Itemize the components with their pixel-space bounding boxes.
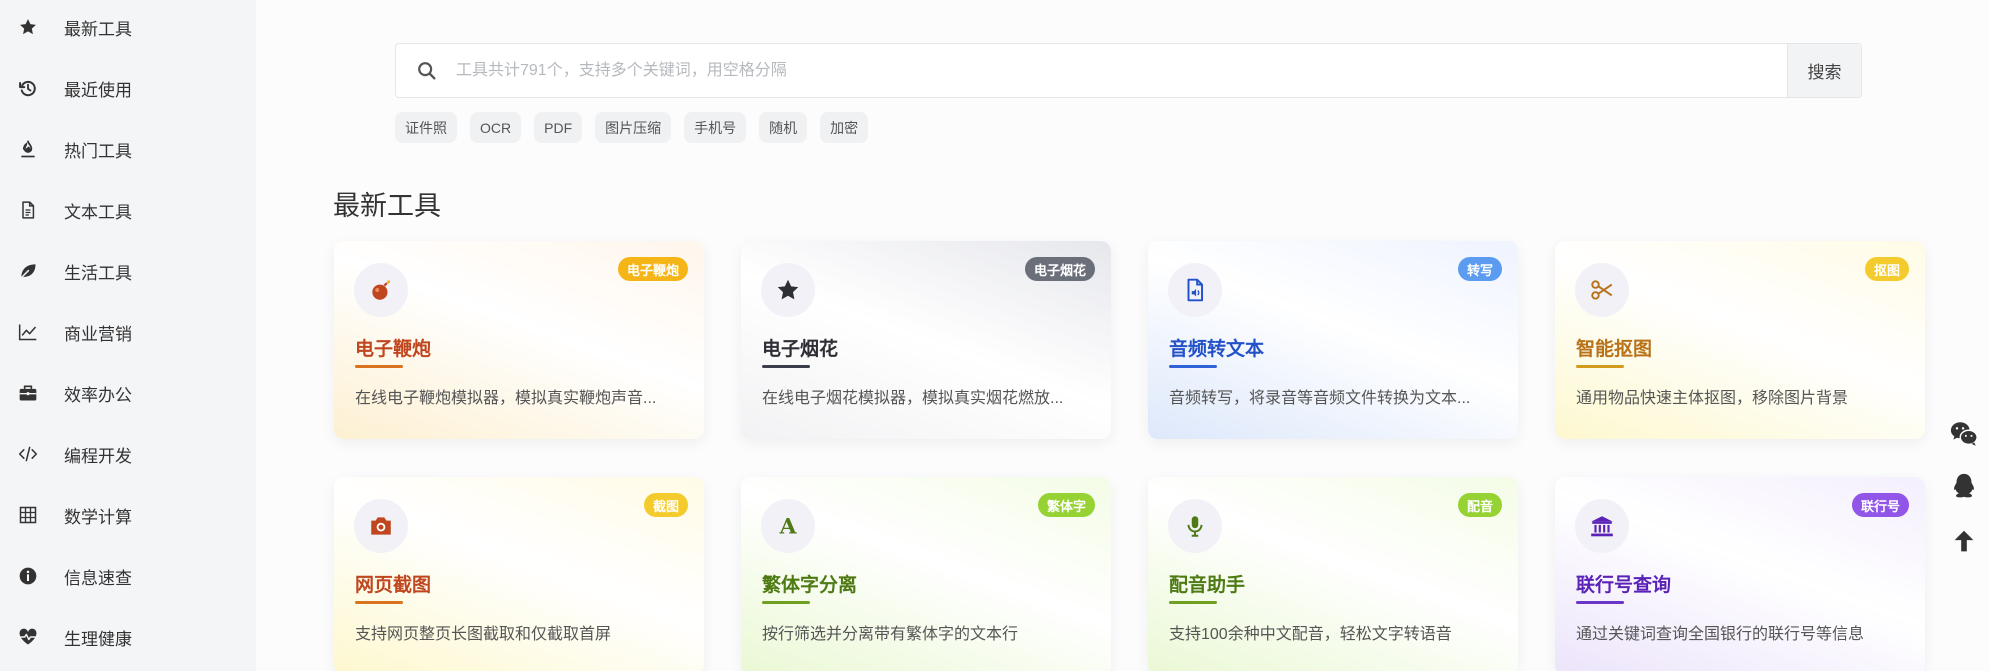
heartbeat-icon (16, 625, 40, 649)
document-icon (16, 198, 40, 222)
briefcase-icon (16, 381, 40, 405)
tool-card-bank-code[interactable]: 联行号 联行号查询 通过关键词查询全国银行的联行号等信息 (1555, 477, 1925, 671)
card-badge: 转写 (1457, 257, 1502, 281)
sidebar-item-label: 最新工具 (64, 19, 132, 39)
search-icon[interactable] (416, 60, 438, 82)
card-description: 按行筛选并分离带有繁体字的文本行 (762, 626, 1019, 643)
camera-icon (354, 499, 408, 553)
tool-card-web-screenshot[interactable]: 截图 网页截图 支持网页整页长图截取和仅截取首屏 (334, 477, 704, 671)
card-badge: 配音 (1457, 493, 1502, 517)
card-underline (1576, 601, 1624, 604)
card-title: 繁体字分离 (762, 575, 858, 596)
calculator-icon (16, 503, 40, 527)
card-description: 通用物品快速主体抠图，移除图片背景 (1576, 390, 1849, 407)
sidebar-item-label: 信息速查 (64, 568, 132, 588)
sidebar-item-label: 文本工具 (64, 202, 132, 222)
card-description: 支持100余种中文配音，轻松文字转语音 (1169, 626, 1452, 643)
microphone-icon (1168, 499, 1222, 553)
tag-random[interactable]: 随机 (759, 112, 808, 143)
card-underline (355, 601, 403, 604)
sidebar-item-label: 数学计算 (64, 507, 132, 527)
sidebar-item-label: 效率办公 (64, 385, 132, 405)
leaf-icon (16, 259, 40, 283)
search-bar: 搜索 (395, 43, 1862, 98)
tool-card-firecracker[interactable]: 电子鞭炮 电子鞭炮 在线电子鞭炮模拟器，模拟真实鞭炮声音... (334, 241, 704, 439)
card-description: 支持网页整页长图截取和仅截取首屏 (355, 626, 612, 643)
tool-card-voice-dubbing[interactable]: 配音 配音助手 支持100余种中文配音，轻松文字转语音 (1148, 477, 1518, 671)
card-title: 音频转文本 (1169, 339, 1265, 360)
sidebar: 最新工具 最近使用 热门工具 文本工具 生活工具 商业营销 效率办公 编程开发 … (0, 0, 256, 671)
bomb-icon (354, 263, 408, 317)
sidebar-item-dev[interactable]: 编程开发 (0, 429, 256, 479)
fire-icon (16, 137, 40, 161)
tag-pdf[interactable]: PDF (534, 112, 583, 143)
wechat-icon[interactable] (1948, 418, 1980, 450)
search-input[interactable] (456, 54, 1756, 88)
tool-card-fireworks[interactable]: 电子烟花 电子烟花 在线电子烟花模拟器，模拟真实烟花燃放... (741, 241, 1111, 439)
card-title: 配音助手 (1169, 575, 1246, 596)
tool-card-traditional-chars[interactable]: A 繁体字 繁体字分离 按行筛选并分离带有繁体字的文本行 (741, 477, 1111, 671)
history-icon (16, 76, 40, 100)
card-underline (355, 365, 403, 368)
sidebar-item-label: 最近使用 (64, 80, 132, 100)
card-description: 音频转写，将录音等音频文件转换为文本... (1169, 390, 1471, 407)
tool-card-cutout[interactable]: 抠图 智能抠图 通用物品快速主体抠图，移除图片背景 (1555, 241, 1925, 439)
bank-icon (1575, 499, 1629, 553)
card-description: 在线电子鞭炮模拟器，模拟真实鞭炮声音... (355, 390, 657, 407)
card-title: 联行号查询 (1576, 575, 1672, 596)
tag-phone-number[interactable]: 手机号 (684, 112, 747, 143)
card-badge: 截图 (643, 493, 688, 517)
card-badge: 联行号 (1851, 493, 1909, 517)
sidebar-item-hot[interactable]: 热门工具 (0, 124, 256, 174)
star-icon (761, 263, 815, 317)
sidebar-item-marketing[interactable]: 商业营销 (0, 307, 256, 357)
arrow-up-icon[interactable] (1948, 525, 1980, 557)
card-title: 网页截图 (355, 575, 432, 596)
sidebar-item-latest[interactable]: 最新工具 (0, 2, 256, 52)
sidebar-item-label: 生理健康 (64, 629, 132, 649)
code-icon (16, 442, 40, 466)
tag-image-compress[interactable]: 图片压缩 (595, 112, 672, 143)
card-badge: 电子鞭炮 (617, 257, 688, 281)
sidebar-item-office[interactable]: 效率办公 (0, 368, 256, 418)
card-title: 电子烟花 (762, 339, 839, 360)
card-badge: 电子烟花 (1024, 257, 1095, 281)
sidebar-item-recent[interactable]: 最近使用 (0, 63, 256, 113)
tag-ocr[interactable]: OCR (470, 112, 522, 143)
sidebar-item-math[interactable]: 数学计算 (0, 490, 256, 540)
card-title: 智能抠图 (1576, 339, 1653, 360)
tool-card-audio-to-text[interactable]: 转写 音频转文本 音频转写，将录音等音频文件转换为文本... (1148, 241, 1518, 439)
card-underline (1169, 601, 1217, 604)
card-underline (762, 365, 810, 368)
sidebar-item-info[interactable]: 信息速查 (0, 551, 256, 601)
card-badge: 繁体字 (1037, 493, 1095, 517)
sidebar-item-life[interactable]: 生活工具 (0, 246, 256, 296)
chart-line-icon (16, 320, 40, 344)
card-underline (1169, 365, 1217, 368)
audio-file-icon (1168, 263, 1222, 317)
card-underline (762, 601, 810, 604)
search-button[interactable]: 搜索 (1787, 44, 1861, 97)
qq-icon[interactable] (1948, 470, 1980, 502)
sidebar-item-text[interactable]: 文本工具 (0, 185, 256, 235)
card-description: 在线电子烟花模拟器，模拟真实烟花燃放... (762, 390, 1064, 407)
section-title: 最新工具 (333, 191, 441, 221)
card-description: 通过关键词查询全国银行的联行号等信息 (1576, 626, 1865, 643)
svg-text:A: A (779, 515, 798, 539)
scissors-icon (1575, 263, 1629, 317)
tag-encrypt[interactable]: 加密 (820, 112, 869, 143)
sidebar-item-label: 编程开发 (64, 446, 132, 466)
card-title: 电子鞭炮 (355, 339, 432, 360)
sidebar-item-label: 商业营销 (64, 324, 132, 344)
sidebar-item-label: 生活工具 (64, 263, 132, 283)
sidebar-item-health[interactable]: 生理健康 (0, 612, 256, 662)
sidebar-item-label: 热门工具 (64, 141, 132, 161)
card-badge: 抠图 (1864, 257, 1909, 281)
card-underline (1576, 365, 1624, 368)
quick-tags: 证件照 OCR PDF 图片压缩 手机号 随机 加密 (395, 112, 869, 143)
letter-a-icon: A (761, 499, 815, 553)
tag-id-photo[interactable]: 证件照 (395, 112, 457, 143)
info-icon (16, 564, 40, 588)
star-icon (16, 15, 40, 39)
